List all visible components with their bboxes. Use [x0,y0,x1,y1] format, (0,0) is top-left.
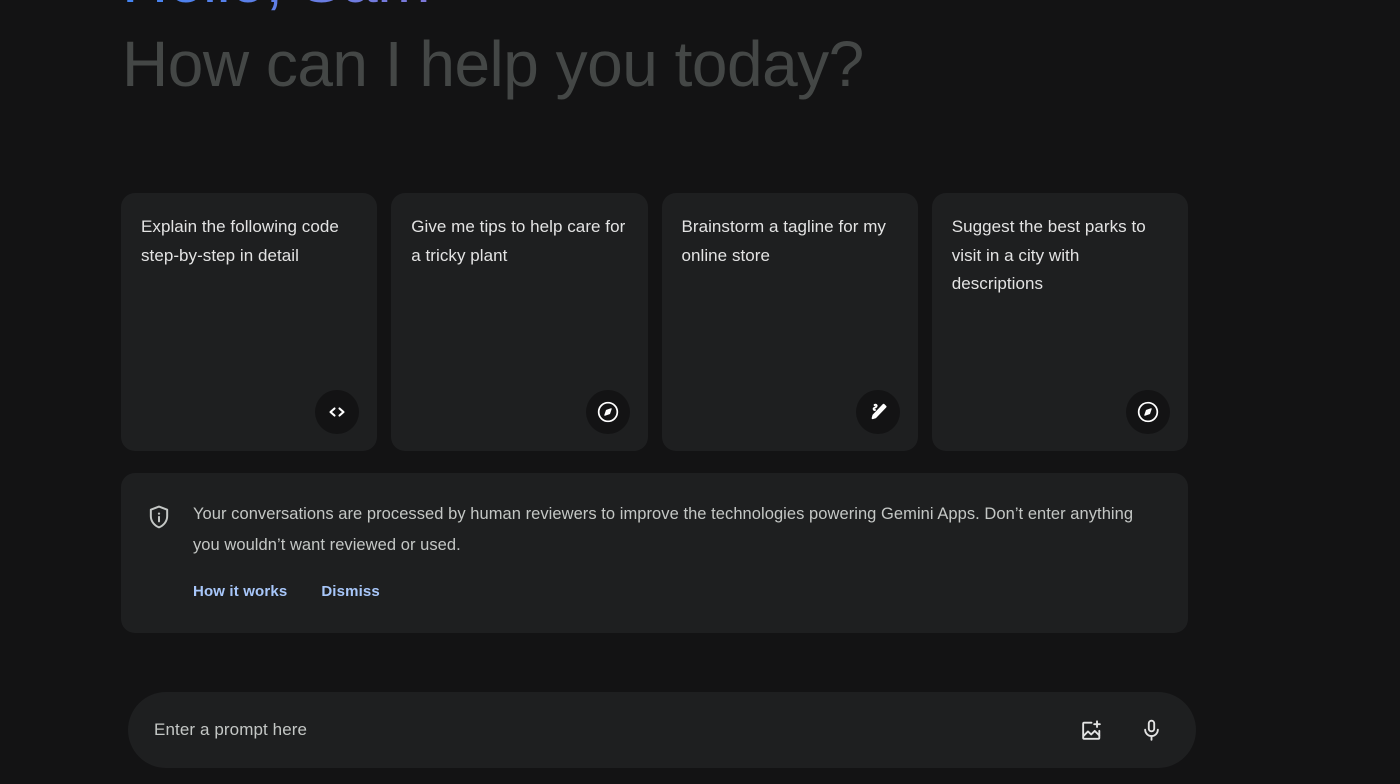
gemini-home-screen: Hello, Sam How can I help you today? Exp… [0,0,1400,784]
suggestion-card-text: Explain the following code step-by-step … [141,217,339,265]
add-image-button[interactable] [1074,713,1108,747]
voice-input-button[interactable] [1134,713,1168,747]
privacy-notice-actions: How it works Dismiss [193,583,1164,600]
suggestion-card-plant[interactable]: Give me tips to help care for a tricky p… [391,193,648,451]
prompt-input[interactable] [154,710,1074,750]
suggestion-card-parks[interactable]: Suggest the best parks to visit in a cit… [931,193,1188,451]
suggestion-card-tagline[interactable]: Brainstorm a tagline for my online store [661,193,918,451]
privacy-notice-body: Your conversations are processed by huma… [193,499,1164,633]
greeting-block: Hello, Sam How can I help you today? [122,0,1222,106]
prompt-input-bar[interactable] [128,692,1196,768]
compass-icon [585,390,630,434]
compass-icon [1126,390,1170,434]
shield-info-icon [145,499,173,633]
suggestion-card-text: Give me tips to help care for a tricky p… [411,217,626,265]
draft-pencil-icon [855,390,900,434]
suggestion-card-text: Suggest the best parks to visit in a cit… [951,217,1146,293]
dismiss-link[interactable]: Dismiss [321,583,380,600]
privacy-notice-banner: Your conversations are processed by huma… [121,473,1188,633]
how-it-works-link[interactable]: How it works [193,583,287,600]
suggestion-card-code[interactable]: Explain the following code step-by-step … [121,193,378,451]
greeting-line-2: How can I help you today? [122,28,864,100]
suggestion-card-list: Explain the following code step-by-step … [121,193,1188,451]
prompt-actions [1074,713,1174,747]
greeting-line-1: Hello, Sam [122,0,1222,22]
privacy-notice-text: Your conversations are processed by huma… [193,505,1134,554]
code-icon [315,390,360,434]
suggestion-card-text: Brainstorm a tagline for my online store [681,217,886,265]
